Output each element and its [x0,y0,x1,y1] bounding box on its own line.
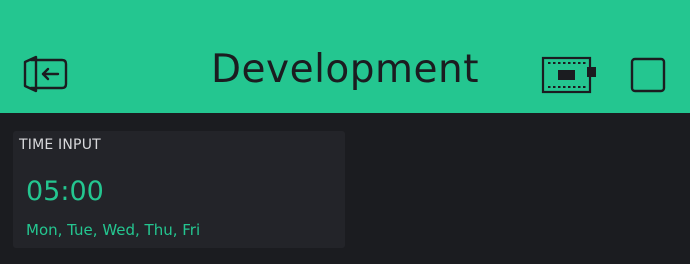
device-icon [541,56,596,94]
stop-button[interactable] [629,56,667,94]
app-header: Development [0,0,690,113]
device-button[interactable] [540,55,598,95]
time-value[interactable]: 05:00 [26,176,104,207]
days-value[interactable]: Mon, Tue, Wed, Thu, Fri [26,221,200,239]
stop-icon [630,57,666,93]
widget-label: TIME INPUT [19,137,101,153]
time-input-widget[interactable]: TIME INPUT 05:00 Mon, Tue, Wed, Thu, Fri [13,131,345,248]
